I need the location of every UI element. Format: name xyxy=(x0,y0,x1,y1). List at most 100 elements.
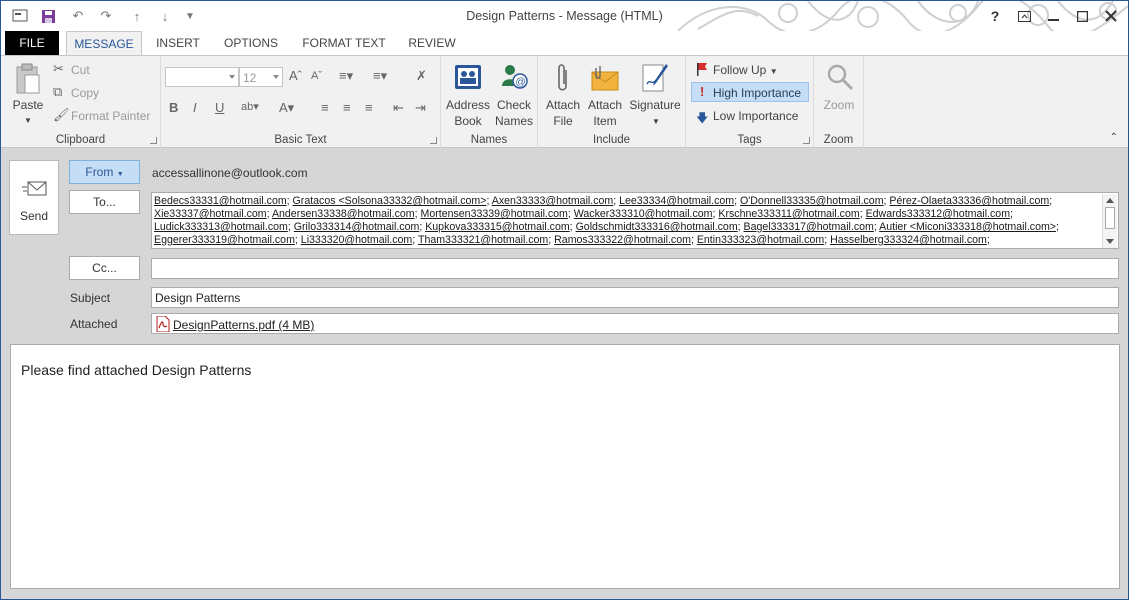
to-recipient[interactable]: Bagel333317@hotmail.com xyxy=(744,221,874,233)
low-importance-button[interactable]: Low Importance xyxy=(713,109,798,123)
zoom-group: Zoom Zoom xyxy=(814,56,864,148)
paste-icon xyxy=(16,63,40,94)
tab-format-text[interactable]: FORMAT TEXT xyxy=(295,31,393,55)
check-names-button[interactable]: @ Check Names xyxy=(492,60,536,130)
cc-button[interactable]: Cc... xyxy=(69,256,140,280)
send-button[interactable]: Send xyxy=(9,160,59,235)
clipboard-launcher-icon[interactable] xyxy=(150,137,157,144)
maximize-icon[interactable] xyxy=(1070,5,1094,27)
bullets-icon[interactable]: ≡▾ xyxy=(339,68,353,84)
scroll-thumb[interactable] xyxy=(1105,207,1115,229)
high-importance-button[interactable]: ! High Importance xyxy=(691,82,809,102)
cc-field[interactable] xyxy=(151,258,1119,279)
attach-item-button[interactable]: Attach Item xyxy=(584,60,626,130)
shrink-font-icon[interactable]: Aˇ xyxy=(311,70,322,82)
align-left-icon[interactable]: ≡ xyxy=(321,100,329,115)
clear-formatting-icon[interactable]: ✗ xyxy=(416,68,427,84)
underline-button[interactable]: U xyxy=(215,100,224,115)
tab-insert[interactable]: INSERT xyxy=(149,31,207,55)
tags-group-label: Tags xyxy=(737,134,762,146)
to-recipient[interactable]: Li333320@hotmail.com xyxy=(301,234,412,246)
pdf-file-icon xyxy=(156,316,170,332)
to-field-scrollbar[interactable] xyxy=(1102,194,1117,248)
to-recipient[interactable]: Entin333323@hotmail.com xyxy=(697,234,824,246)
paperclip-icon xyxy=(558,64,567,91)
signature-button[interactable]: Signature ▼ xyxy=(626,60,684,130)
to-recipient[interactable]: Kupkova333315@hotmail.com xyxy=(425,221,569,233)
to-recipient[interactable]: O'Donnell33335@hotmail.com xyxy=(740,195,884,207)
to-recipient[interactable]: Krschne333311@hotmail.com xyxy=(718,208,859,220)
attach-item-label-1: Attach xyxy=(587,98,623,112)
to-recipient[interactable]: Axen33333@hotmail.com xyxy=(492,195,613,207)
send-label: Send xyxy=(19,209,49,223)
from-button[interactable]: From ▼ xyxy=(69,160,140,184)
align-right-icon[interactable]: ≡ xyxy=(365,100,373,115)
to-recipient[interactable]: Pérez-Olaeta33336@hotmail.com xyxy=(889,195,1049,207)
attachment-link[interactable]: DesignPatterns.pdf (4 MB) xyxy=(173,318,314,332)
check-names-icon: @ xyxy=(502,65,528,89)
align-center-icon[interactable]: ≡ xyxy=(343,100,351,115)
scroll-up-icon[interactable] xyxy=(1106,198,1114,203)
numbering-icon[interactable]: ≡▾ xyxy=(373,68,387,84)
address-book-button[interactable]: Address Book xyxy=(444,60,492,130)
paste-button[interactable]: Paste ▼ xyxy=(7,60,49,128)
to-button[interactable]: To... xyxy=(69,190,140,214)
copy-button[interactable]: Copy xyxy=(71,86,99,100)
message-body[interactable]: Please find attached Design Patterns xyxy=(10,344,1120,589)
tab-options[interactable]: OPTIONS xyxy=(217,31,285,55)
to-recipient[interactable]: Autier <Miconi333318@hotmail.com> xyxy=(879,221,1056,233)
attach-item-icon xyxy=(591,66,619,91)
to-recipient[interactable]: Tham333321@hotmail.com xyxy=(418,234,548,246)
tab-review[interactable]: REVIEW xyxy=(401,31,463,55)
cut-button[interactable]: Cut xyxy=(71,63,90,77)
check-names-label-1: Check xyxy=(496,98,531,112)
basic-text-launcher-icon[interactable] xyxy=(430,137,437,144)
to-recipient[interactable]: Goldschmidt333316@hotmail.com xyxy=(576,221,738,233)
to-field[interactable]: Bedecs33331@hotmail.com; Gratacos <Solso… xyxy=(151,192,1119,249)
bold-button[interactable]: B xyxy=(169,100,178,115)
to-recipient[interactable]: Hasselberg333324@hotmail.com xyxy=(830,234,987,246)
to-recipient[interactable]: Grilo333314@hotmail.com xyxy=(294,221,420,233)
signature-label: Signature xyxy=(629,98,681,112)
collapse-ribbon-icon[interactable]: ⌃ xyxy=(1110,132,1118,143)
to-recipient[interactable]: Eggerer333319@hotmail.com xyxy=(154,234,295,246)
highlight-icon[interactable]: ab▾ xyxy=(241,100,259,113)
to-recipient[interactable]: Wacker333310@hotmail.com xyxy=(574,208,713,220)
format-painter-icon: 🖌 xyxy=(53,107,70,122)
decrease-indent-icon[interactable]: ⇤ xyxy=(393,100,404,116)
to-recipient[interactable]: Andersen33338@hotmail.com xyxy=(272,208,415,220)
attach-file-button[interactable]: Attach File xyxy=(542,60,584,130)
to-recipient[interactable]: Edwards333312@hotmail.com xyxy=(866,208,1010,220)
to-recipient[interactable]: Gratacos <Solsona33332@hotmail.com> xyxy=(293,195,487,207)
to-recipient[interactable]: Lee33334@hotmail.com xyxy=(619,195,734,207)
grow-font-icon[interactable]: Aˆ xyxy=(289,68,302,83)
increase-indent-icon[interactable]: ⇥ xyxy=(415,100,426,116)
italic-button[interactable]: I xyxy=(193,100,197,115)
check-names-label-2: Names xyxy=(494,114,533,128)
to-recipient[interactable]: Xie33337@hotmail.com xyxy=(154,208,267,220)
subject-field[interactable]: Design Patterns xyxy=(151,287,1119,308)
font-size-dropdown[interactable]: 12 xyxy=(239,67,283,87)
to-recipient[interactable]: Bedecs33331@hotmail.com xyxy=(154,195,287,207)
from-address: accessallinone@outlook.com xyxy=(152,166,308,180)
signature-icon xyxy=(642,64,668,92)
include-group: Attach File Attach Item Signature ▼ Incl… xyxy=(538,56,686,148)
help-icon[interactable]: ? xyxy=(983,5,1007,27)
to-recipient[interactable]: Ramos333322@hotmail.com xyxy=(554,234,691,246)
tab-file[interactable]: FILE xyxy=(5,31,59,55)
outlook-message-window: ↶ ↷ ↑ ↓ ▼ Design Patterns - Message (HTM… xyxy=(0,0,1129,600)
tags-launcher-icon[interactable] xyxy=(803,137,810,144)
to-recipient[interactable]: Mortensen33339@hotmail.com xyxy=(421,208,568,220)
tab-message[interactable]: MESSAGE xyxy=(66,31,142,56)
scroll-down-icon[interactable] xyxy=(1106,239,1114,244)
minimize-icon[interactable] xyxy=(1041,5,1065,27)
ribbon-display-options-icon[interactable] xyxy=(1012,5,1036,27)
follow-up-button[interactable]: Follow Up ▼ xyxy=(713,63,778,77)
to-recipient[interactable]: Ludick333313@hotmail.com xyxy=(154,221,288,233)
format-painter-button[interactable]: Format Painter xyxy=(71,109,150,123)
zoom-button[interactable]: Zoom xyxy=(817,60,861,130)
font-color-icon[interactable]: A▾ xyxy=(279,100,294,116)
close-icon[interactable] xyxy=(1099,5,1123,27)
font-name-dropdown[interactable] xyxy=(165,67,239,87)
ribbon-tabs: FILE MESSAGE INSERT OPTIONS FORMAT TEXT … xyxy=(1,31,1128,56)
